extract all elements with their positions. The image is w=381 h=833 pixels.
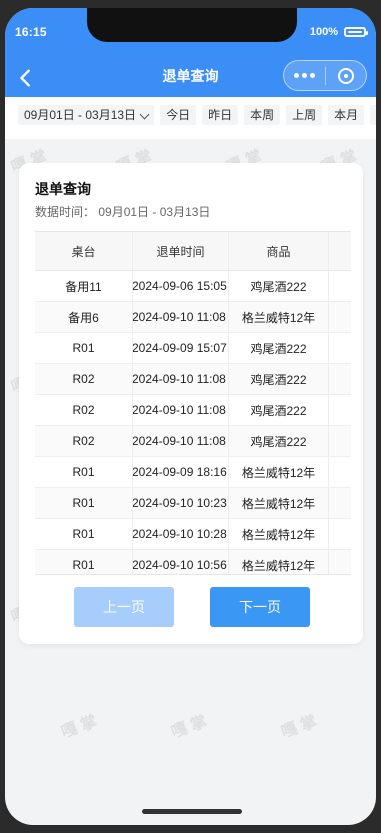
data-time: 数据时间： 09月01日 - 03月13日 bbox=[35, 203, 210, 220]
table-header-row: 桌台 退单时间 商品 bbox=[35, 232, 351, 271]
cell-item: 鸡尾酒222 bbox=[229, 364, 329, 394]
cell-item: 鸡尾酒222 bbox=[229, 426, 329, 456]
close-miniapp-button[interactable] bbox=[325, 61, 366, 90]
cell-refund-time: 2024-09-09 15:07 bbox=[133, 333, 229, 363]
next-page-button[interactable]: 下一页 bbox=[210, 587, 310, 627]
target-icon bbox=[337, 67, 354, 84]
cell-table: 备用6 bbox=[35, 302, 133, 332]
nav-bar: 退单查询 bbox=[5, 60, 376, 94]
cell-refund-time: 2024-09-10 11:08 bbox=[133, 302, 229, 332]
table-row: R01 2024-09-10 10:23 格兰威特12年 bbox=[35, 488, 351, 519]
cell-table: R02 bbox=[35, 426, 133, 456]
dot bbox=[301, 73, 307, 78]
cell-item: 格兰威特12年 bbox=[229, 302, 329, 332]
cell-item: 格兰威特12年 bbox=[229, 488, 329, 518]
more-dots-icon bbox=[293, 73, 315, 78]
cell-refund-time: 2024-09-10 11:08 bbox=[133, 364, 229, 394]
device-notch bbox=[87, 8, 297, 42]
table-row: 备用11 2024-09-06 15:05 鸡尾酒222 bbox=[35, 271, 351, 302]
watermark-text: 嘎 掌 bbox=[279, 713, 320, 742]
home-indicator bbox=[142, 809, 242, 814]
cell-item: 格兰威特12年 bbox=[229, 550, 329, 574]
cell-table: R02 bbox=[35, 395, 133, 425]
cell-extra bbox=[329, 550, 351, 574]
cell-refund-time: 2024-09-09 18:16 bbox=[133, 457, 229, 487]
filter-yesterday[interactable]: 昨日 bbox=[202, 105, 239, 125]
header-refund-time: 退单时间 bbox=[133, 232, 229, 270]
date-range-picker[interactable]: 09月01日 - 03月13日 bbox=[18, 105, 155, 125]
header-table: 桌台 bbox=[35, 232, 133, 270]
table-row: R01 2024-09-10 10:28 格兰威特12年 bbox=[35, 519, 351, 550]
dot bbox=[293, 73, 299, 78]
battery-status: 100% bbox=[309, 26, 368, 38]
cell-refund-time: 2024-09-10 11:08 bbox=[133, 395, 229, 425]
watermark-text: 嘎 掌 bbox=[59, 713, 100, 742]
prev-page-button[interactable]: 上一页 bbox=[74, 587, 174, 627]
status-time: 16:15 bbox=[15, 25, 47, 39]
cell-extra bbox=[329, 488, 351, 518]
cell-extra bbox=[329, 271, 351, 301]
cell-item: 鸡尾酒222 bbox=[229, 271, 329, 301]
cell-table: 备用11 bbox=[35, 271, 133, 301]
table-row: R01 2024-09-10 10:56 格兰威特12年 bbox=[35, 550, 351, 574]
refund-table: 桌台 退单时间 商品 备用11 2024-09-06 15:05 鸡尾酒222 … bbox=[35, 231, 351, 575]
table-row: 备用6 2024-09-10 11:08 格兰威特12年 bbox=[35, 302, 351, 333]
table-row: R01 2024-09-09 18:16 格兰威特12年 bbox=[35, 457, 351, 488]
more-button[interactable] bbox=[284, 61, 325, 90]
cell-table: R01 bbox=[35, 488, 133, 518]
cell-item: 鸡尾酒222 bbox=[229, 395, 329, 425]
filter-last-month[interactable]: 上月 bbox=[370, 105, 376, 125]
cell-item: 格兰威特12年 bbox=[229, 457, 329, 487]
cell-table: R01 bbox=[35, 519, 133, 549]
date-filter-bar: 09月01日 - 03月13日 今日 昨日 本周 上周 本月 上月 bbox=[5, 97, 376, 139]
cell-table: R01 bbox=[35, 550, 133, 574]
table-row: R02 2024-09-10 11:08 鸡尾酒222 bbox=[35, 364, 351, 395]
filter-last-week[interactable]: 上周 bbox=[286, 105, 323, 125]
cell-refund-time: 2024-09-10 10:56 bbox=[133, 550, 229, 574]
mini-program-capsule bbox=[283, 60, 367, 91]
table-row: R02 2024-09-10 11:08 鸡尾酒222 bbox=[35, 426, 351, 457]
data-time-value: 09月01日 - 03月13日 bbox=[98, 205, 211, 219]
refund-query-card: 退单查询 数据时间： 09月01日 - 03月13日 桌台 退单时间 商品 备用… bbox=[19, 163, 363, 644]
cell-refund-time: 2024-09-10 10:28 bbox=[133, 519, 229, 549]
pagination: 上一页 下一页 bbox=[19, 587, 363, 629]
header-extra bbox=[329, 232, 351, 270]
data-time-label: 数据时间： bbox=[35, 205, 96, 219]
cell-extra bbox=[329, 333, 351, 363]
phone-screen: 16:15 100% 退单查询 09月01日 - 03月13日 今日 昨日 本周… bbox=[5, 8, 376, 825]
cell-table: R02 bbox=[35, 364, 133, 394]
dot bbox=[309, 73, 315, 78]
cell-extra bbox=[329, 426, 351, 456]
card-title: 退单查询 bbox=[35, 181, 91, 197]
watermark-text: 嘎 掌 bbox=[169, 713, 210, 742]
cell-item: 鸡尾酒222 bbox=[229, 333, 329, 363]
battery-icon bbox=[344, 27, 368, 37]
cell-extra bbox=[329, 519, 351, 549]
table-row: R01 2024-09-09 15:07 鸡尾酒222 bbox=[35, 333, 351, 364]
filter-today[interactable]: 今日 bbox=[160, 105, 197, 125]
cell-extra bbox=[329, 364, 351, 394]
cell-table: R01 bbox=[35, 457, 133, 487]
header-item: 商品 bbox=[229, 232, 329, 270]
cell-item: 格兰威特12年 bbox=[229, 519, 329, 549]
table-row: R02 2024-09-10 11:08 鸡尾酒222 bbox=[35, 395, 351, 426]
cell-table: R01 bbox=[35, 333, 133, 363]
battery-percentage: 100% bbox=[309, 26, 338, 38]
cell-refund-time: 2024-09-10 10:23 bbox=[133, 488, 229, 518]
date-filter-row: 09月01日 - 03月13日 今日 昨日 本周 上周 本月 上月 bbox=[18, 105, 376, 125]
filter-this-month[interactable]: 本月 bbox=[328, 105, 365, 125]
cell-extra bbox=[329, 395, 351, 425]
app-header: 16:15 100% 退单查询 bbox=[5, 8, 376, 97]
cell-extra bbox=[329, 302, 351, 332]
cell-refund-time: 2024-09-10 11:08 bbox=[133, 426, 229, 456]
cell-refund-time: 2024-09-06 15:05 bbox=[133, 271, 229, 301]
filter-this-week[interactable]: 本周 bbox=[244, 105, 281, 125]
cell-extra bbox=[329, 457, 351, 487]
